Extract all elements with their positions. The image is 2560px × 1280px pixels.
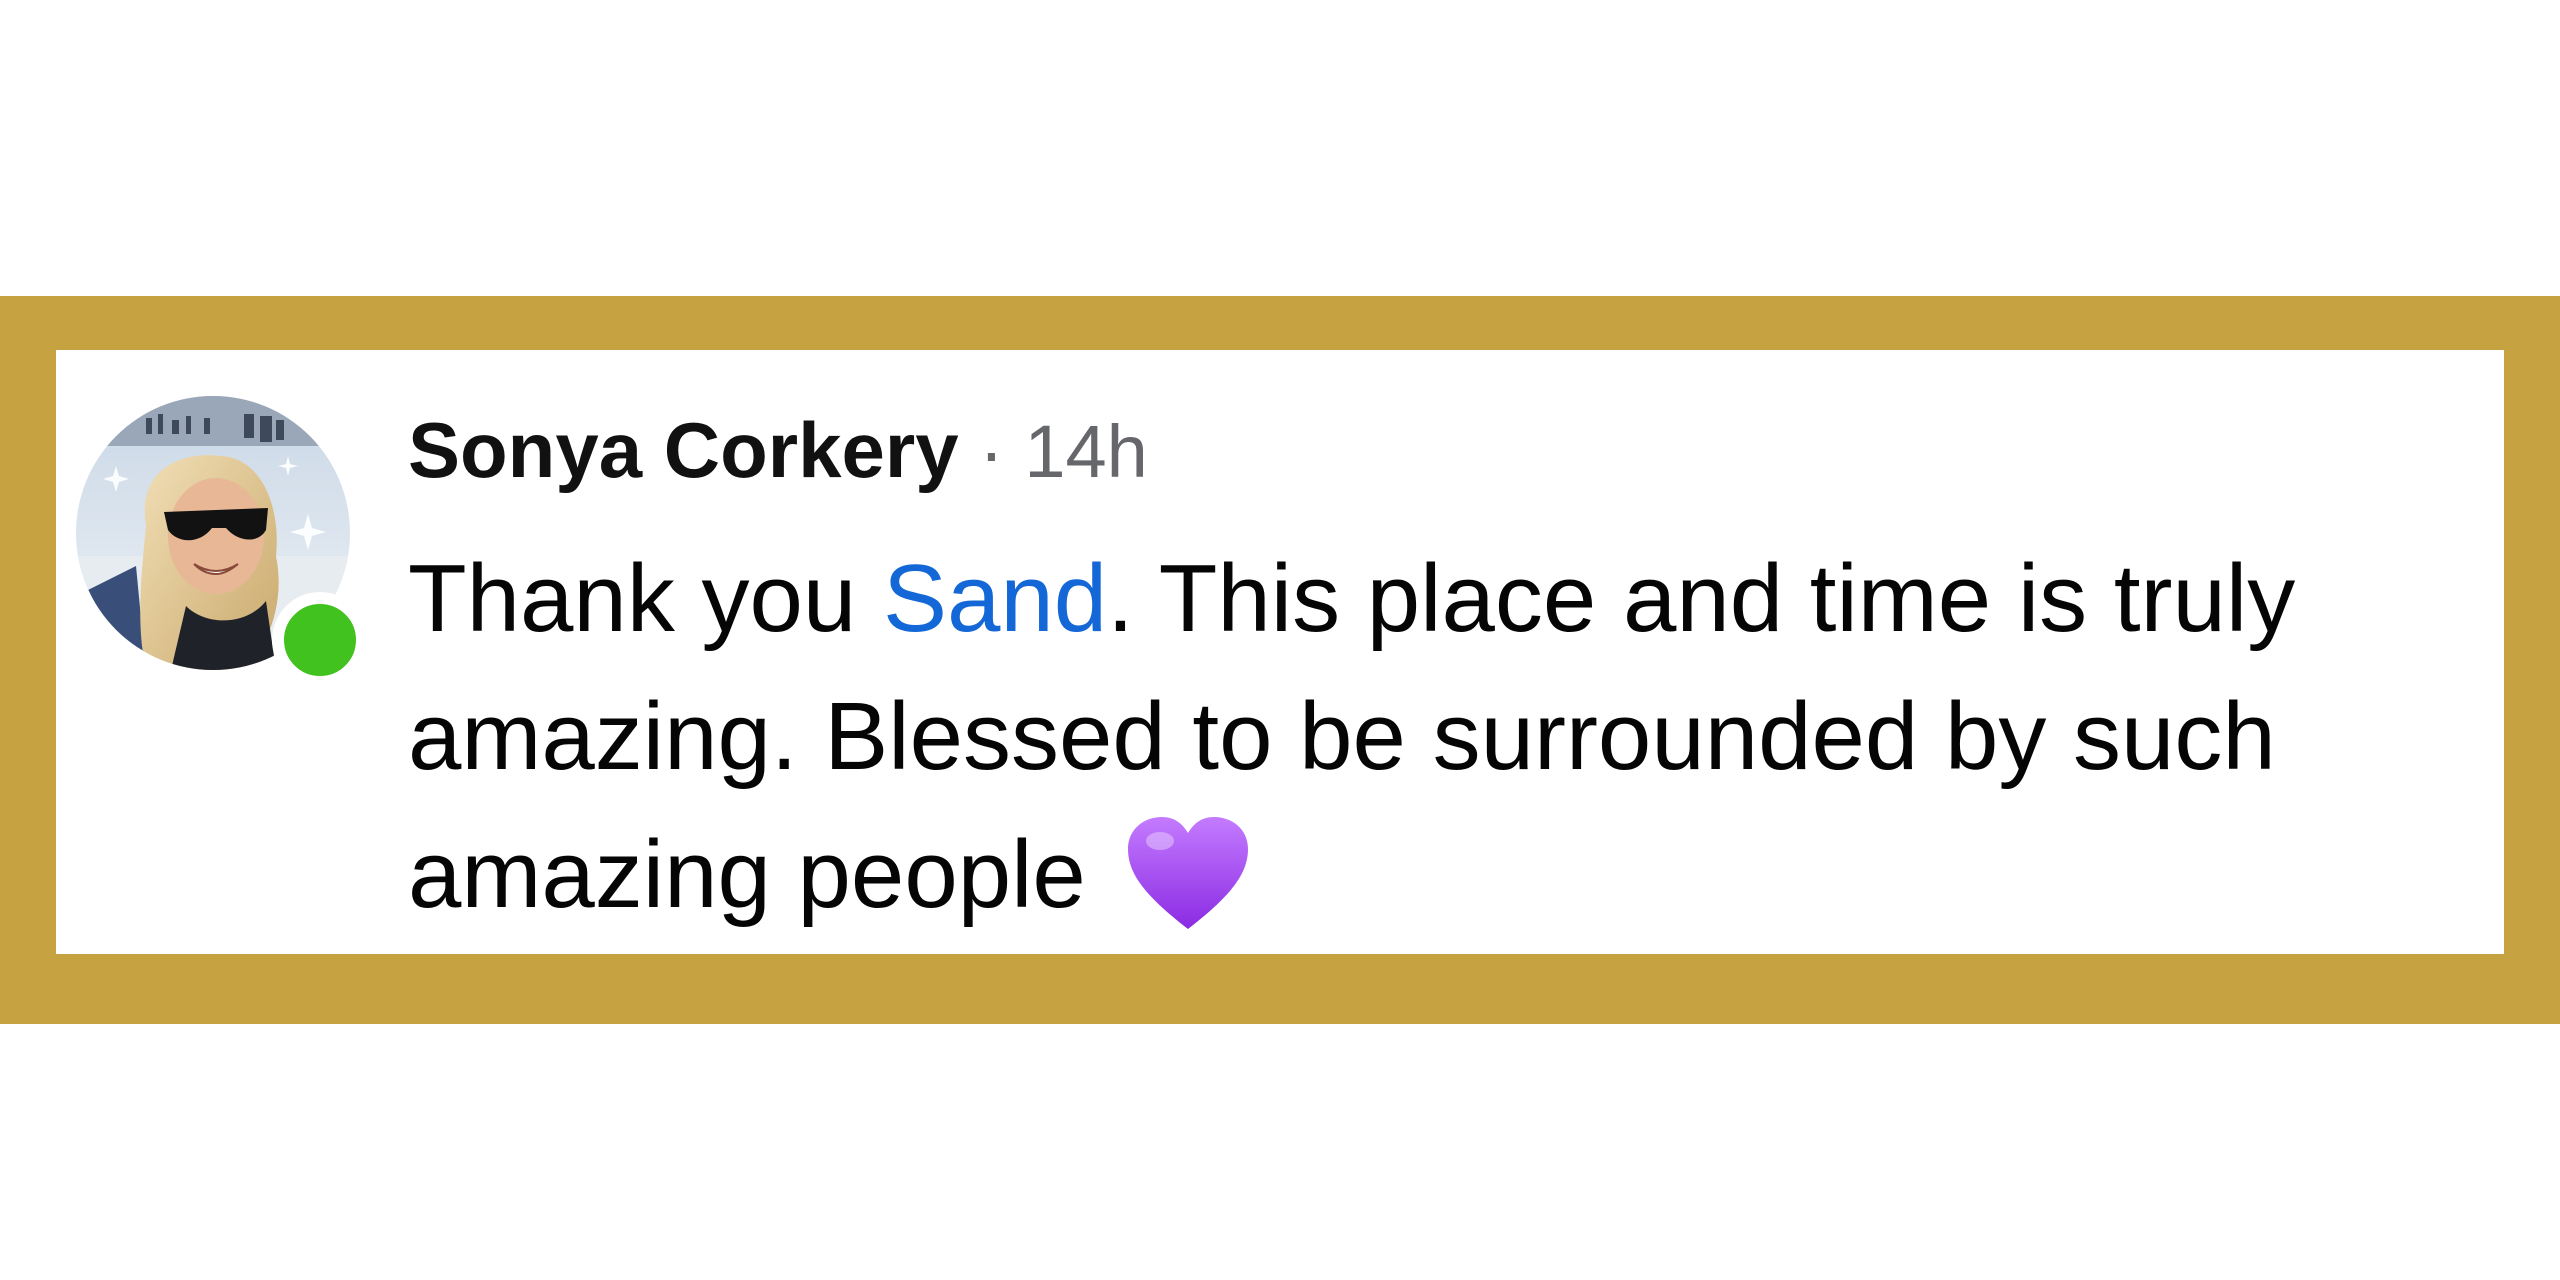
comment-text-end: amazing people [408,821,1086,928]
mention-link[interactable]: Sand [883,545,1107,652]
comment-body: Thank you Sand. This place and time is t… [408,530,2478,944]
comment-content: Sonya Corkery · 14h Thank you Sand. This… [408,400,2478,944]
comment-header: Sonya Corkery · 14h [408,400,2478,502]
comment-timestamp[interactable]: 14h [1024,410,1147,493]
comment-line-2: amazing. Blessed to be surrounded by suc… [408,683,2276,790]
comment-text-start: Thank you [408,545,883,652]
comment-line-3: amazing people [408,806,2478,944]
author-name[interactable]: Sonya Corkery [408,406,959,494]
comment-line-1: Thank you Sand. This place and time is t… [408,530,2478,668]
purple-heart-icon [1124,813,1252,933]
comment-text-rest: . This place and time is truly [1107,545,2296,652]
gold-frame: Sonya Corkery · 14h Thank you Sand. This… [0,296,2560,1024]
meta-separator: · [958,410,1025,493]
online-status-indicator [272,592,368,688]
avatar-container[interactable] [76,396,368,688]
comment-card: Sonya Corkery · 14h Thank you Sand. This… [56,350,2504,954]
